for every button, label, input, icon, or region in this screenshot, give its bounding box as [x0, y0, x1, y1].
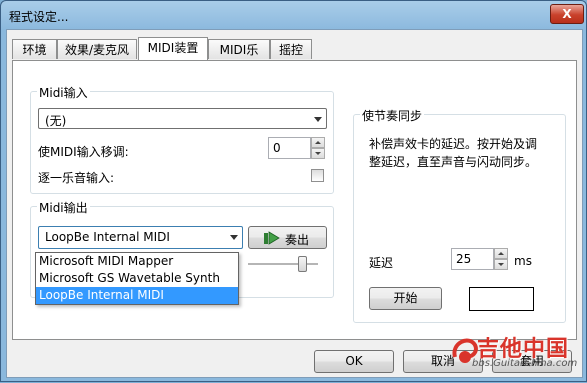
volume-slider-thumb[interactable] [298, 256, 307, 272]
close-icon: X [562, 7, 572, 21]
midi-output-dropdown-list: Microsoft MIDI Mapper Microsoft GS Wavet… [35, 252, 239, 305]
sync-group: 使节奏同步 补偿声效卡的延迟。按开始及调 整延迟，直至声音与闪动同步。 延迟 2… [353, 107, 566, 323]
play-label: 奏出 [285, 233, 310, 247]
step-input-label: 逐一乐音输入: [38, 171, 115, 185]
tab-remote[interactable]: 摇控 [270, 39, 312, 59]
midi-output-device-value: LoopBe Internal MIDI [45, 230, 170, 244]
dialog-client: 环境 效果/麦克风 MIDI装置 MIDI乐器 摇控 Midi输入 (无) 使M… [6, 29, 583, 378]
midi-output-device-select[interactable]: LoopBe Internal MIDI [38, 226, 243, 249]
sync-description-line2: 整延迟，直至声音与闪动同步。 [369, 155, 538, 169]
watermark-url: bbs.GuitarChina.com [472, 358, 578, 369]
midi-output-group-label: Midi输出 [37, 199, 90, 216]
volume-slider-track[interactable] [248, 263, 318, 265]
delay-unit: ms [514, 254, 532, 268]
delay-label: 延迟 [369, 256, 394, 270]
tab-midi-instrument[interactable]: MIDI乐器 [208, 39, 270, 77]
dropdown-option[interactable]: Microsoft MIDI Mapper [36, 253, 238, 270]
tab-effects-mic[interactable]: 效果/麦克风 [57, 39, 137, 59]
dropdown-option-selected[interactable]: LoopBe Internal MIDI [36, 287, 238, 304]
flash-indicator [469, 287, 534, 311]
midi-input-group: Midi输入 (无) 使MIDI输入移调: 0 逐一乐音输入: [30, 84, 334, 194]
dropdown-option[interactable]: Microsoft GS Wavetable Synth [36, 270, 238, 287]
spin-up-icon[interactable] [311, 137, 325, 148]
spin-down-icon[interactable] [494, 259, 508, 270]
sync-description-line1: 补偿声效卡的延迟。按开始及调 [369, 137, 538, 151]
chevron-down-icon [314, 117, 322, 122]
midi-input-device-select[interactable]: (无) [38, 108, 327, 129]
start-button[interactable]: 开始 [369, 287, 442, 310]
settings-window: 程式设定... X 环境 效果/麦克风 MIDI装置 MIDI乐器 摇控 Mid… [0, 0, 587, 382]
spin-up-icon[interactable] [494, 248, 508, 259]
transpose-label: 使MIDI输入移调: [38, 145, 129, 159]
midi-input-group-label: Midi输入 [37, 84, 90, 101]
delay-value: 25 [456, 252, 472, 266]
midi-input-device-value: (无) [45, 114, 67, 128]
transpose-spinner [311, 137, 325, 159]
delay-spinner [494, 248, 508, 270]
window-title: 程式设定... [9, 10, 69, 24]
tab-midi-device[interactable]: MIDI装置 [138, 37, 208, 60]
sync-group-label: 使节奏同步 [360, 107, 425, 124]
play-button[interactable]: 奏出 [248, 226, 327, 249]
transpose-value: 0 [273, 141, 281, 155]
step-input-checkbox[interactable] [311, 169, 324, 182]
tab-environment[interactable]: 环境 [12, 39, 57, 59]
close-button[interactable]: X [550, 4, 584, 24]
spin-down-icon[interactable] [311, 148, 325, 159]
chevron-down-icon [230, 235, 238, 240]
play-icon [264, 231, 280, 245]
transpose-input[interactable]: 0 [268, 137, 311, 159]
ok-button[interactable]: OK [314, 350, 394, 373]
delay-input[interactable]: 25 [451, 248, 494, 270]
